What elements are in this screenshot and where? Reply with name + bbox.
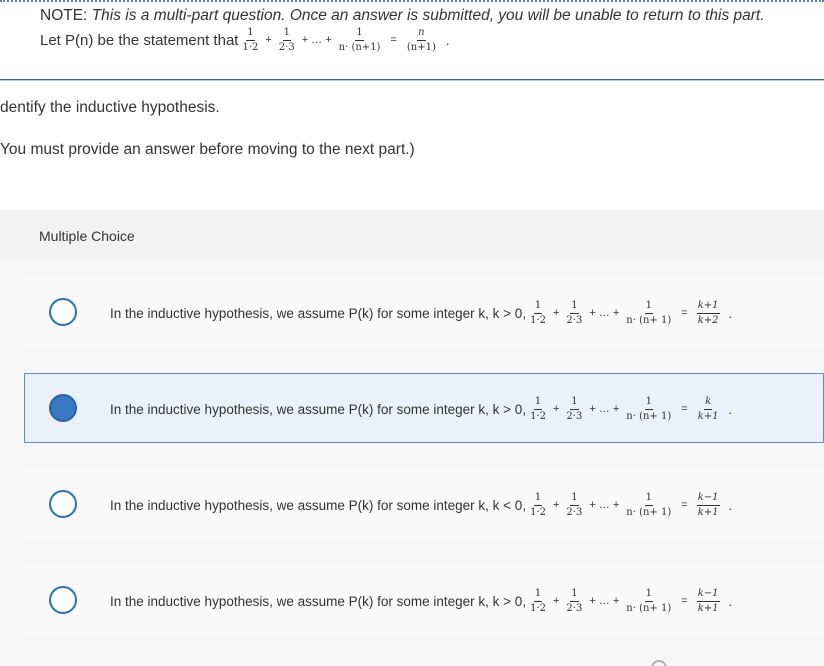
choice-term-2: 1 2·3	[566, 491, 583, 518]
choice-equals: =	[681, 499, 688, 511]
choice-end: .	[728, 401, 733, 417]
choice-ellipsis: + … +	[589, 307, 620, 319]
statement-end: .	[445, 32, 450, 48]
choice-option-1[interactable]: In the inductive hypothesis, we assume P…	[24, 277, 824, 347]
choice-rhs: k−1 k+1	[696, 491, 720, 518]
statement-equals: =	[390, 34, 397, 46]
choice-plus: +	[552, 595, 560, 607]
choice-prefix: In the inductive hypothesis, we assume P…	[110, 305, 527, 321]
choice-term-n: 1 n· (n+ 1)	[626, 299, 672, 326]
statement-term-n: 1 n· (n+1)	[338, 26, 381, 53]
dotted-top-border	[0, 0, 824, 2]
radio-button-1[interactable]	[49, 298, 77, 326]
statement-prefix: Let P(n) be the statement that	[40, 31, 239, 49]
choice-text-1: In the inductive hypothesis, we assume P…	[110, 292, 732, 334]
radio-button-4[interactable]	[49, 586, 77, 614]
choice-term-n: 1 n· (n+ 1)	[626, 491, 672, 518]
multiple-choice-header: Multiple Choice	[0, 210, 824, 260]
question-prompt: dentify the inductive hypothesis.	[0, 99, 220, 116]
choice-ellipsis: + … +	[589, 403, 620, 415]
choice-rhs: k−1 k+1	[696, 587, 720, 614]
choice-rhs: k k+1	[697, 395, 719, 422]
statement-rhs: n (n+1)	[406, 26, 436, 53]
choice-rhs: k+1 k+2	[696, 299, 720, 326]
choice-equals: =	[681, 595, 688, 607]
statement-ellipsis: + … +	[301, 34, 332, 46]
choice-equals: =	[681, 307, 688, 319]
statement-plus: +	[265, 34, 272, 46]
choice-ellipsis: + … +	[589, 595, 620, 607]
choice-term-n: 1 n· (n+ 1)	[626, 395, 672, 422]
choice-text-3: In the inductive hypothesis, we assume P…	[110, 484, 732, 526]
choice-plus: +	[552, 307, 560, 319]
radio-button-2[interactable]	[49, 394, 77, 422]
choice-term-2: 1 2·3	[566, 395, 583, 422]
choice-plus: +	[552, 403, 560, 415]
choice-equals: =	[681, 403, 688, 415]
choice-term-1: 1 1·2	[530, 491, 546, 518]
choice-term-2: 1 2·3	[566, 587, 583, 614]
choice-text-2: In the inductive hypothesis, we assume P…	[110, 388, 732, 430]
note-panel: NOTE: This is a multi-part question. Onc…	[0, 4, 824, 80]
multiple-choice-label: Multiple Choice	[39, 228, 135, 244]
choice-end: .	[728, 305, 733, 321]
choice-term-n: 1 n· (n+ 1)	[626, 587, 672, 614]
choice-term-1: 1 1·2	[530, 299, 546, 326]
choice-end: .	[728, 593, 733, 609]
choice-end: .	[728, 497, 733, 513]
choice-option-2[interactable]: In the inductive hypothesis, we assume P…	[24, 373, 824, 443]
section-divider	[0, 80, 824, 81]
choice-term-2: 1 2·3	[566, 299, 583, 326]
choice-term-1: 1 1·2	[530, 395, 546, 422]
note-text: This is a multi-part question. Once an a…	[91, 7, 765, 24]
choice-option-4[interactable]: In the inductive hypothesis, we assume P…	[24, 565, 824, 635]
statement-term-2: 1 2·3	[278, 26, 295, 53]
choice-term-1: 1 1·2	[530, 587, 546, 614]
statement-line: Let P(n) be the statement that 1 1·2 + 12…	[40, 23, 450, 57]
choice-prefix: In the inductive hypothesis, we assume P…	[110, 497, 527, 513]
choice-option-3[interactable]: In the inductive hypothesis, we assume P…	[24, 469, 824, 539]
choice-plus: +	[552, 499, 560, 511]
choice-text-4: In the inductive hypothesis, we assume P…	[110, 580, 732, 622]
choice-ellipsis: + … +	[589, 499, 620, 511]
requirement-note: You must provide an answer before moving…	[0, 141, 415, 158]
note-label: NOTE:	[40, 7, 88, 24]
choice-prefix: In the inductive hypothesis, we assume P…	[110, 593, 527, 609]
statement-term-1: 1 1·2	[242, 26, 259, 53]
radio-button-3[interactable]	[49, 490, 77, 518]
choice-prefix: In the inductive hypothesis, we assume P…	[110, 401, 527, 417]
